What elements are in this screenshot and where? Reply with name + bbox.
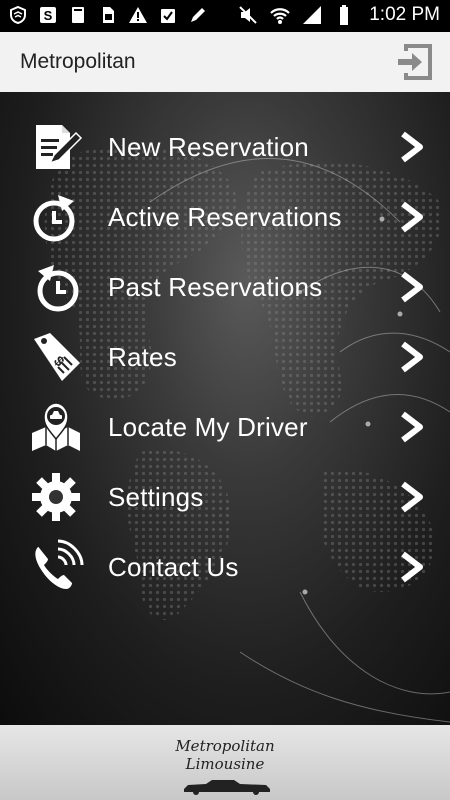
status-time: 1:02 PM <box>369 4 440 25</box>
menu-list: New Reservation Active Reservations Past… <box>0 112 450 602</box>
menu-label-rates: Rates <box>108 342 177 372</box>
gear-icon <box>32 473 80 521</box>
menu-item-settings[interactable]: Settings <box>0 462 450 532</box>
menu-label-new-reservation: New Reservation <box>108 132 309 162</box>
menu-label-active-reservations: Active Reservations <box>108 202 342 232</box>
shield-icon <box>10 5 26 25</box>
main-menu-area: New Reservation Active Reservations Past… <box>0 92 450 725</box>
phone-icon <box>35 539 84 589</box>
menu-label-contact-us: Contact Us <box>108 552 239 582</box>
map-car-icon <box>32 402 80 451</box>
chevron-right-icon <box>401 551 423 583</box>
menu-label-locate-my-driver: Locate My Driver <box>108 412 308 442</box>
wifi-icon <box>270 8 291 24</box>
menu-item-rates[interactable]: $ Rates <box>0 322 450 392</box>
system-icons: 1:02 PM <box>237 4 440 26</box>
chevron-right-icon <box>401 411 423 443</box>
notification-icons: S <box>8 5 208 25</box>
menu-label-settings: Settings <box>108 482 204 512</box>
price-tag-icon: $ <box>34 333 80 381</box>
chevron-right-icon <box>401 271 423 303</box>
app-title: Metropolitan <box>20 50 136 73</box>
menu-item-new-reservation[interactable]: New Reservation <box>0 112 450 182</box>
footer-banner: Metropolitan Limousine <box>0 725 450 800</box>
menu-item-past-reservations[interactable]: Past Reservations <box>0 252 450 322</box>
chevron-right-icon <box>401 201 423 233</box>
brand-name-line2: Limousine <box>185 755 265 773</box>
clock-history-icon <box>37 265 79 312</box>
limousine-icon <box>184 780 270 795</box>
brand-logo: Metropolitan Limousine <box>120 731 330 797</box>
battery-icon <box>340 5 349 25</box>
chevron-right-icon <box>401 131 423 163</box>
svg-text:S: S <box>44 8 53 23</box>
menu-item-contact-us[interactable]: Contact Us <box>0 532 450 602</box>
mute-icon <box>239 6 257 24</box>
signal-icon <box>303 6 322 24</box>
chevron-right-icon <box>401 481 423 513</box>
warning-icon <box>129 7 147 23</box>
clipboard-icon <box>72 7 84 23</box>
new-reservation-icon <box>36 125 83 169</box>
app-bar: Metropolitan <box>0 32 450 93</box>
s-app-icon: S <box>40 7 56 23</box>
menu-label-past-reservations: Past Reservations <box>108 272 323 302</box>
checkbox-icon <box>161 9 175 23</box>
chevron-right-icon <box>401 341 423 373</box>
menu-item-locate-my-driver[interactable]: Locate My Driver <box>0 392 450 462</box>
brand-name-line1: Metropolitan <box>175 737 275 755</box>
clock-forward-icon <box>33 195 75 242</box>
menu-item-active-reservations[interactable]: Active Reservations <box>0 182 450 252</box>
pen-icon <box>191 8 205 22</box>
status-bar: S 1:02 PM <box>0 0 450 32</box>
logout-icon[interactable] <box>394 42 434 82</box>
sim-icon <box>103 7 114 23</box>
